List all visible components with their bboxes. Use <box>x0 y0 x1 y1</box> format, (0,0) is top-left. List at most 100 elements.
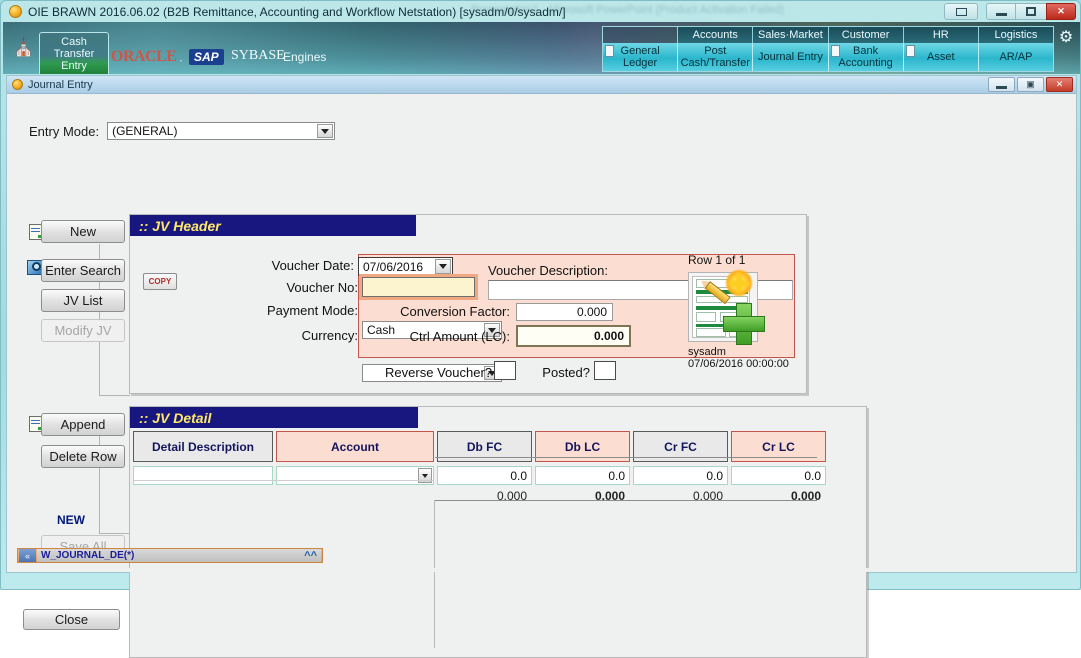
nav-category-blank <box>603 27 677 43</box>
voucher-date-label: Voucher Date: <box>182 258 354 273</box>
bank-acct-line2: Accounting <box>838 57 892 69</box>
desktop-background: OIE BRAWN 2016.06.02 (B2B Remittance, Ac… <box>0 0 1081 590</box>
app-ribbon: ⛪ Cash Transfer Entry ORACLE · SAP SYBAS… <box>3 22 1080 74</box>
chevron-down-icon[interactable] <box>317 124 333 138</box>
calendar-dropdown-icon[interactable] <box>435 259 451 274</box>
cell-detail-description[interactable] <box>133 466 273 485</box>
app-icon <box>9 5 22 18</box>
totals-spacer-1 <box>133 487 273 505</box>
reverse-voucher-checkbox[interactable] <box>494 361 516 380</box>
reverse-voucher-label: Reverse Voucher? <box>376 365 492 380</box>
total-db-lc: 0.000 <box>535 487 630 505</box>
journal-entry-close-button[interactable]: ✕ <box>1046 77 1073 92</box>
cash-transfer-line2: Entry <box>40 60 108 72</box>
entry-mode-value: (GENERAL) <box>112 124 177 138</box>
chevron-up-icon[interactable]: ^^ <box>304 550 317 562</box>
total-cr-lc: 0.000 <box>731 487 826 505</box>
jv-list-button[interactable]: JV List <box>41 289 125 312</box>
cash-transfer-line1: Cash Transfer <box>40 36 108 60</box>
journal-entry-maximize-button[interactable]: ▣ <box>1017 77 1044 92</box>
jv-detail-caption: :: JV Detail <box>130 407 418 428</box>
window-close-button[interactable]: ✕ <box>1046 3 1076 20</box>
payment-mode-label: Payment Mode: <box>182 303 358 318</box>
nav-module-bank-accounting[interactable]: Bank Accounting <box>828 43 903 71</box>
bank-acct-line1: Bank <box>838 45 892 57</box>
detail-column-divider <box>434 500 435 648</box>
column-header-account[interactable]: Account <box>276 431 434 462</box>
cell-cr-lc[interactable]: 0.0 <box>731 466 826 485</box>
journal-entry-window: Journal Entry ▣ ✕ Entry Mode: (GENERAL) <box>6 75 1077 573</box>
gear-icon[interactable]: ⚙ <box>1056 28 1076 48</box>
copy-button[interactable]: COPY <box>143 273 177 290</box>
post-cash-line2: Cash/Transfer <box>681 57 750 69</box>
statusbar-window-list[interactable]: W_JOURNAL_DE(*) ^^ <box>37 549 321 562</box>
nav-module-ar-ap[interactable]: AR/AP <box>978 43 1053 71</box>
record-timestamp: 07/06/2016 00:00:00 <box>688 358 808 370</box>
child-window-bottom-edge <box>7 568 1076 572</box>
ctrl-amount-label: Ctrl Amount (LC): <box>384 329 510 344</box>
nav-module-asset[interactable]: Asset <box>903 43 978 71</box>
nav-category-customer[interactable]: Customer <box>828 27 903 43</box>
totals-divider-bottom <box>435 500 817 501</box>
restore-icon <box>956 8 967 16</box>
statusbar-back-button[interactable]: « <box>19 549 36 562</box>
ribbon-tab-cash-transfer-entry[interactable]: Cash Transfer Entry <box>39 32 109 74</box>
record-status-label: NEW <box>29 513 113 527</box>
sidebar-connector-top-elbow <box>99 395 130 396</box>
home-icon[interactable]: ⛪ <box>11 36 37 60</box>
cell-db-lc[interactable]: 0.0 <box>535 466 630 485</box>
total-cr-fc: 0.000 <box>633 487 728 505</box>
nav-module-post-cash-transfer[interactable]: Post Cash/Transfer <box>677 43 752 71</box>
entry-mode-select[interactable]: (GENERAL) <box>107 122 335 140</box>
ctrl-amount-input[interactable]: 0.000 <box>516 325 631 347</box>
posted-checkbox[interactable] <box>594 361 616 380</box>
modify-jv-button: Modify JV <box>41 319 125 342</box>
window-maximize-button[interactable] <box>1016 3 1046 20</box>
totals-spacer-2 <box>276 487 434 505</box>
append-button[interactable]: Append <box>41 413 125 436</box>
cell-db-fc[interactable]: 0.0 <box>437 466 532 485</box>
posted-label: Posted? <box>534 365 590 380</box>
jv-header-caption: :: JV Header <box>130 215 416 236</box>
enter-search-button[interactable]: Enter Search <box>41 259 125 282</box>
plus-icon <box>723 303 763 343</box>
total-db-fc: 0.000 <box>437 487 532 505</box>
new-button[interactable]: New <box>41 220 125 243</box>
voucher-no-input[interactable] <box>362 277 475 297</box>
journal-entry-window-controls: ▣ ✕ <box>986 77 1073 92</box>
nav-category-sales-market[interactable]: Sales·Market <box>752 27 827 43</box>
jv-header-panel: :: JV Header COPY Voucher Date: 07/06/20… <box>129 214 807 394</box>
nav-category-accounts[interactable]: Accounts <box>677 27 752 43</box>
journal-entry-minimize-button[interactable] <box>988 77 1015 92</box>
nav-module-ar-ap-label: AR/AP <box>999 51 1032 63</box>
voucher-date-value: 07/06/2016 <box>363 260 423 274</box>
journal-entry-title: Journal Entry <box>28 79 93 91</box>
nav-category-hr[interactable]: HR <box>903 27 978 43</box>
voucher-date-input[interactable]: 07/06/2016 <box>358 257 453 276</box>
window-minimize-button[interactable] <box>986 3 1016 20</box>
record-user: sysadm <box>688 346 808 358</box>
new-record-thumbnail[interactable] <box>688 272 758 342</box>
window-restore-group <box>944 3 978 20</box>
window-restore-button[interactable] <box>944 3 978 20</box>
nav-module-journal-entry[interactable]: Journal Entry <box>752 43 827 71</box>
row-info-panel: Row 1 of 1 <box>688 253 808 370</box>
detail-row-divider <box>133 480 434 481</box>
window-controls: ✕ <box>986 3 1076 20</box>
sidebar-connector-bottom-elbow <box>99 533 130 534</box>
totals-divider-top <box>435 457 817 458</box>
post-cash-line1: Post <box>681 45 750 57</box>
cell-cr-fc[interactable]: 0.0 <box>633 466 728 485</box>
column-header-detail-description[interactable]: Detail Description <box>133 431 273 462</box>
application-window: OIE BRAWN 2016.06.02 (B2B Remittance, Ac… <box>0 0 1081 590</box>
grid-totals-row: 0.000 0.000 0.000 0.000 <box>133 487 829 505</box>
close-button[interactable]: Close <box>23 609 120 630</box>
cell-account[interactable] <box>276 466 434 485</box>
nav-module-asset-label: Asset <box>927 51 955 63</box>
nav-module-general-ledger[interactable]: General Ledger <box>603 43 677 71</box>
voucher-no-label: Voucher No: <box>182 280 358 295</box>
conversion-factor-input[interactable]: 0.000 <box>516 303 613 321</box>
delete-row-button[interactable]: Delete Row <box>41 445 125 468</box>
nav-category-logistics[interactable]: Logistics <box>978 27 1053 43</box>
engines-label: Engines <box>283 50 326 64</box>
